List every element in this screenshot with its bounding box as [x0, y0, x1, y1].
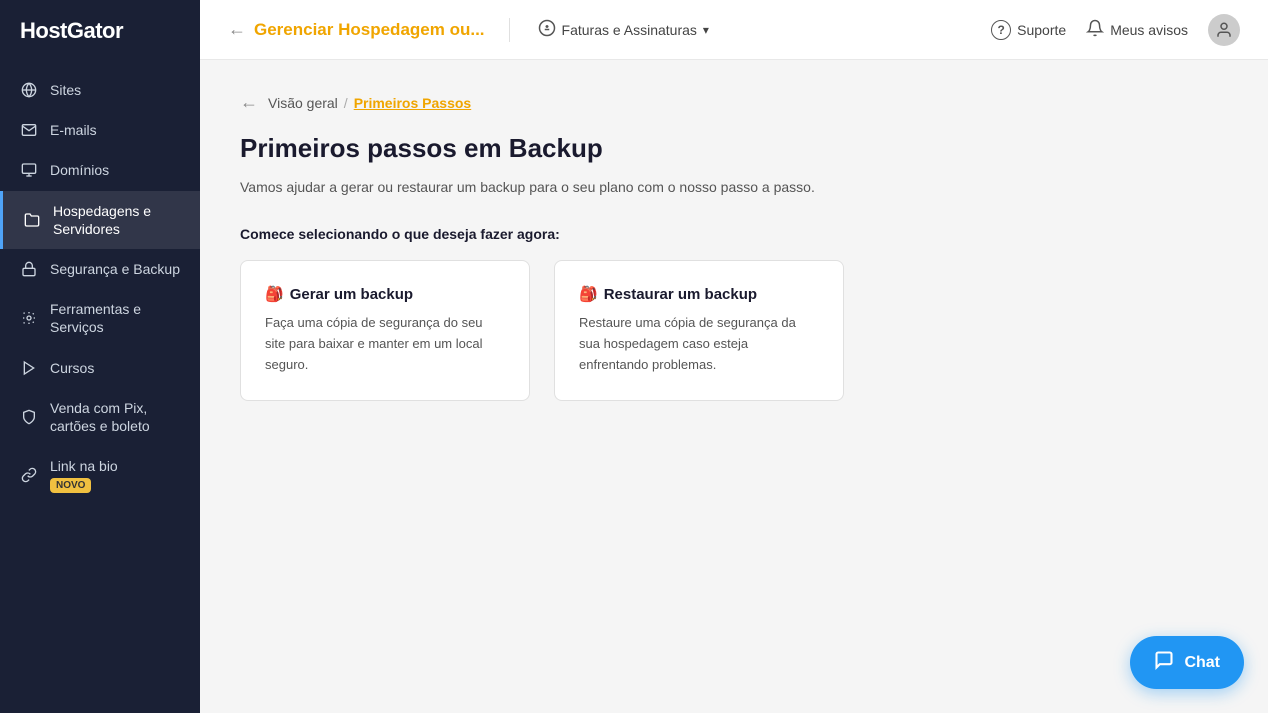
generate-backup-card[interactable]: 🎒 Gerar um backup Faça uma cópia de segu… [240, 260, 530, 400]
sidebar-item-dominios-label: Domínios [50, 161, 109, 179]
cursos-icon [20, 359, 38, 377]
sidebar-item-emails[interactable]: E-mails [0, 110, 200, 150]
sidebar-item-cursos[interactable]: Cursos [0, 348, 200, 388]
support-label: Suporte [1017, 22, 1066, 38]
sidebar-item-sites[interactable]: Sites [0, 70, 200, 110]
sidebar-item-link-label: Link na bio [50, 458, 118, 474]
header-back-arrow[interactable]: ← [228, 19, 246, 40]
sidebar-item-ferramentas-label: Ferramentas e Serviços [50, 300, 180, 336]
sidebar-item-venda[interactable]: Venda com Pix, cartões e boleto [0, 388, 200, 446]
hospedagens-icon [23, 211, 41, 229]
restore-backup-card[interactable]: 🎒 Restaurar um backup Restaure uma cópia… [554, 260, 844, 400]
email-icon [20, 121, 38, 139]
notifications-label: Meus avisos [1110, 22, 1188, 38]
generate-backup-icon: 🎒 [265, 285, 284, 303]
sidebar-item-seguranca-label: Segurança e Backup [50, 260, 180, 278]
generate-backup-desc: Faça uma cópia de segurança do seu site … [265, 313, 505, 375]
header-right: ? Suporte Meus avisos [991, 14, 1240, 46]
sidebar-item-ferramentas[interactable]: Ferramentas e Serviços [0, 289, 200, 347]
header-title-text: Gerenciar Hospedagem ou... [254, 20, 485, 40]
sidebar-item-emails-label: E-mails [50, 121, 97, 139]
support-icon: ? [991, 20, 1011, 40]
sidebar-item-seguranca[interactable]: Segurança e Backup [0, 249, 200, 289]
breadcrumb-separator: / [344, 95, 348, 111]
support-item[interactable]: ? Suporte [991, 20, 1066, 40]
sidebar-item-sites-label: Sites [50, 81, 81, 99]
restore-backup-desc: Restaure uma cópia de segurança da sua h… [579, 313, 819, 375]
sidebar-item-cursos-label: Cursos [50, 359, 94, 377]
user-avatar[interactable] [1208, 14, 1240, 46]
sidebar-item-hospedagens[interactable]: Hospedagens e Servidores [0, 191, 200, 249]
new-badge: NOVO [50, 478, 91, 493]
billing-nav-item[interactable]: Faturas e Assinaturas ▾ [534, 13, 713, 46]
page-subtitle: Vamos ajudar a gerar ou restaurar um bac… [240, 176, 1228, 198]
sidebar-nav: Sites E-mails Domínios Hospedagens e Ser… [0, 62, 200, 713]
page-content: ← Visão geral / Primeiros Passos Primeir… [200, 60, 1268, 713]
chat-label: Chat [1184, 654, 1220, 672]
sites-icon [20, 81, 38, 99]
page-title: Primeiros passos em Backup [240, 133, 1228, 164]
sidebar: HostGator Sites E-mails Domínios Hospeda… [0, 0, 200, 713]
chat-icon [1154, 650, 1174, 675]
breadcrumb-back-button[interactable]: ← [240, 92, 258, 113]
breadcrumb-parent[interactable]: Visão geral [268, 95, 338, 111]
bell-icon [1086, 19, 1104, 40]
ferramentas-icon [20, 309, 38, 327]
sidebar-logo: HostGator [0, 0, 200, 62]
billing-icon [538, 19, 556, 40]
venda-icon [20, 408, 38, 426]
main-content: ← Gerenciar Hospedagem ou... Faturas e A… [200, 0, 1268, 713]
sidebar-item-link[interactable]: Link na bio NOVO [0, 446, 200, 504]
billing-chevron-icon: ▾ [703, 23, 709, 37]
header-divider [509, 18, 510, 42]
restore-backup-icon: 🎒 [579, 285, 598, 303]
header-title-area[interactable]: ← Gerenciar Hospedagem ou... [228, 19, 485, 40]
header: ← Gerenciar Hospedagem ou... Faturas e A… [200, 0, 1268, 60]
breadcrumb-current: Primeiros Passos [354, 95, 472, 111]
sidebar-item-dominios[interactable]: Domínios [0, 150, 200, 190]
sidebar-item-venda-label: Venda com Pix, cartões e boleto [50, 399, 180, 435]
notifications-item[interactable]: Meus avisos [1086, 19, 1188, 40]
sidebar-item-hospedagens-label: Hospedagens e Servidores [53, 202, 180, 238]
chat-button[interactable]: Chat [1130, 636, 1244, 689]
restore-backup-title: 🎒 Restaurar um backup [579, 285, 819, 303]
generate-backup-title: 🎒 Gerar um backup [265, 285, 505, 303]
section-label: Comece selecionando o que deseja fazer a… [240, 226, 1228, 242]
seguranca-icon [20, 260, 38, 278]
billing-label: Faturas e Assinaturas [562, 22, 697, 38]
dominios-icon [20, 161, 38, 179]
breadcrumb: ← Visão geral / Primeiros Passos [240, 92, 1228, 113]
cards-row: 🎒 Gerar um backup Faça uma cópia de segu… [240, 260, 1228, 400]
link-icon [20, 466, 38, 484]
